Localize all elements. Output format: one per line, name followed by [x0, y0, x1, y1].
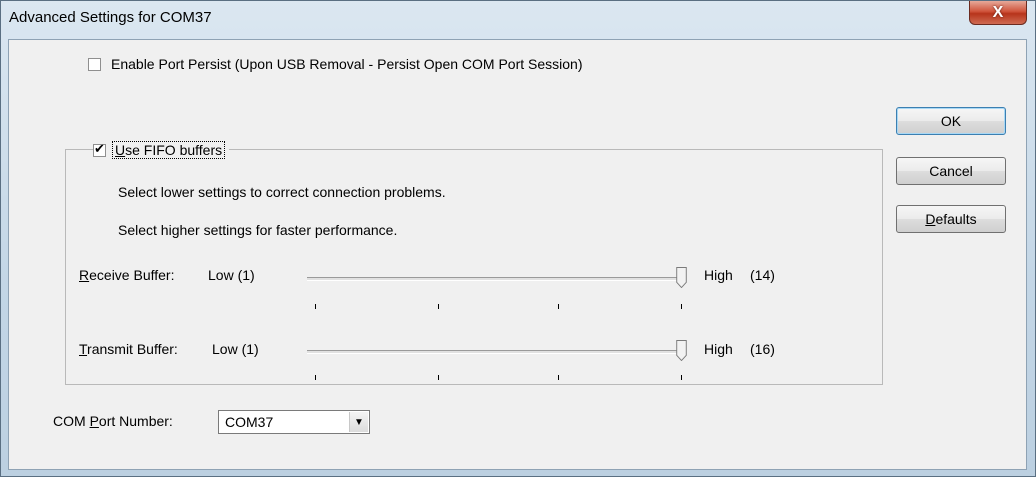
cancel-button-label: Cancel: [929, 163, 973, 179]
ok-button-label: OK: [940, 113, 962, 129]
transmit-tick: [438, 375, 439, 380]
info-lower-text: Select lower settings to correct connect…: [118, 184, 446, 200]
persist-label[interactable]: Enable Port Persist (Upon USB Removal - …: [111, 56, 583, 72]
receive-value-label: (14): [750, 267, 775, 283]
com-port-select[interactable]: COM37 ▼: [218, 410, 370, 434]
receive-tick: [558, 304, 559, 309]
receive-low-label: Low (1): [208, 267, 255, 283]
com-port-label: COM Port Number:: [53, 413, 173, 429]
receive-buffer-label: Receive Buffer:: [79, 267, 175, 283]
transmit-buffer-slider[interactable]: [307, 338, 697, 388]
transmit-low-label: Low (1): [212, 341, 259, 357]
receive-slider-thumb[interactable]: [676, 267, 687, 288]
cancel-button[interactable]: Cancel: [896, 157, 1006, 185]
transmit-tick: [315, 375, 316, 380]
fifo-checkbox-row[interactable]: Use FIFO buffers: [93, 141, 230, 159]
transmit-high-label: High: [704, 341, 733, 357]
window-title: Advanced Settings for COM37: [9, 9, 212, 26]
chevron-down-icon[interactable]: ▼: [349, 412, 368, 432]
receive-tick: [438, 304, 439, 309]
transmit-value-label: (16): [750, 341, 775, 357]
ok-button[interactable]: OK: [896, 107, 1006, 135]
fifo-checkbox[interactable]: [93, 142, 106, 157]
transmit-tick: [558, 375, 559, 380]
transmit-buffer-label: Transmit Buffer:: [79, 341, 178, 357]
receive-high-label: High: [704, 267, 733, 283]
defaults-button[interactable]: Defaults: [896, 205, 1006, 233]
transmit-slider-track: [307, 350, 683, 354]
receive-buffer-slider[interactable]: [307, 265, 697, 315]
receive-tick: [315, 304, 316, 309]
defaults-button-label: Defaults: [925, 211, 977, 227]
fifo-label[interactable]: Use FIFO buffers: [112, 141, 226, 159]
receive-tick: [681, 304, 682, 309]
title-bar[interactable]: Advanced Settings for COM37 X: [1, 1, 1035, 39]
close-icon: X: [992, 3, 1004, 21]
com-port-value: COM37: [225, 414, 274, 430]
info-higher-text: Select higher settings for faster perfor…: [118, 222, 398, 238]
persist-row[interactable]: Enable Port Persist (Upon USB Removal - …: [88, 56, 583, 72]
transmit-tick: [681, 375, 682, 380]
persist-checkbox[interactable]: [88, 57, 101, 71]
receive-slider-track: [307, 277, 683, 281]
transmit-slider-thumb[interactable]: [676, 340, 687, 361]
close-button[interactable]: X: [969, 1, 1027, 25]
